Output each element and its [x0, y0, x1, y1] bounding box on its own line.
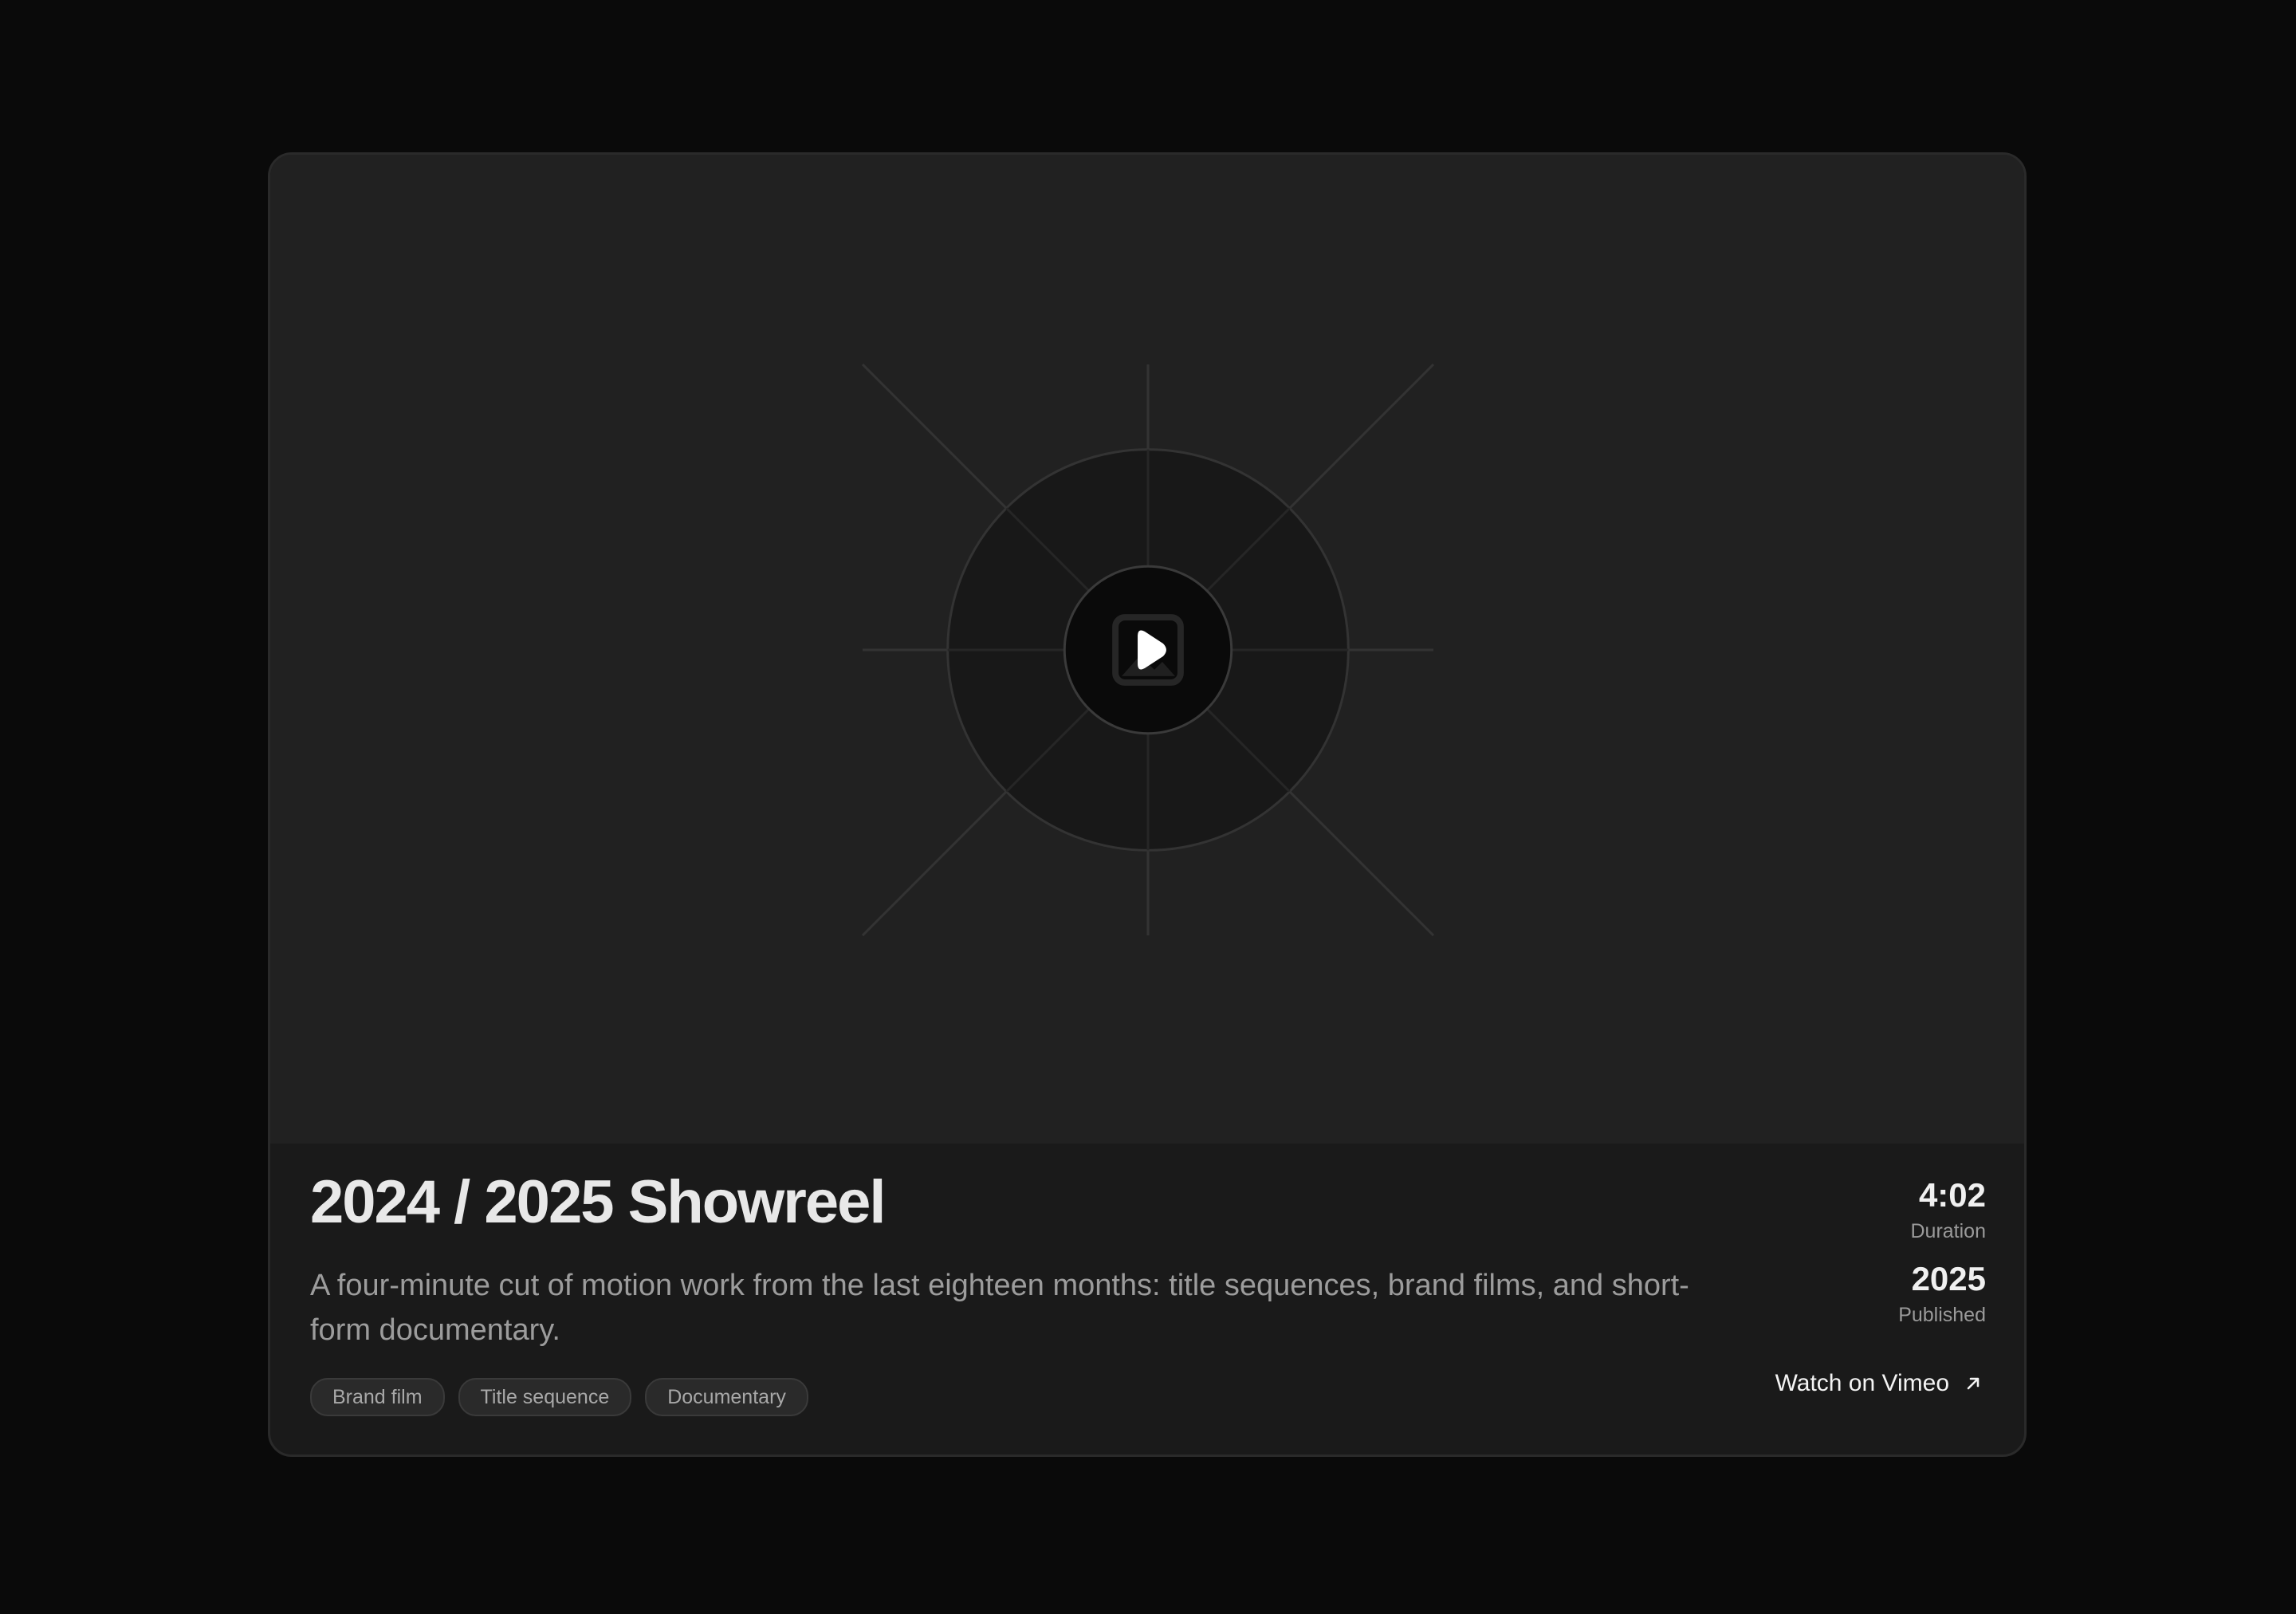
tag-brand-film: Brand film — [310, 1378, 445, 1416]
duration-value: 4:02 — [1918, 1176, 1986, 1214]
tag-title-sequence: Title sequence — [458, 1378, 632, 1416]
tag-documentary: Documentary — [645, 1378, 808, 1416]
video-description: A four-minute cut of motion work from th… — [310, 1269, 1689, 1347]
published-value: 2025 — [1911, 1260, 1986, 1297]
watch-on-vimeo-link[interactable]: Watch on Vimeo — [1775, 1370, 1983, 1397]
duration-stat: 4:02 Duration — [1898, 1176, 1987, 1242]
video-meta: 4:02 Duration 2025 Published — [1898, 1179, 1986, 1346]
arrow-up-right-icon — [1967, 1377, 1980, 1390]
video-thumbnail[interactable] — [270, 155, 2024, 1144]
watch-link-label: Watch on Vimeo — [1775, 1370, 1949, 1396]
video-title: 2024 / 2025 Showreel — [310, 1168, 886, 1236]
video-info: 2024 / 2025 Showreel A four-minute cut o… — [270, 1144, 2024, 1455]
thumbnail-placeholder-graphic — [861, 363, 1435, 937]
duration-label: Duration — [1910, 1220, 1987, 1242]
published-label: Published — [1898, 1304, 1986, 1326]
play-button[interactable] — [1063, 565, 1233, 735]
published-stat: 2025 Published — [1898, 1262, 1986, 1325]
video-card: 2024 / 2025 Showreel A four-minute cut o… — [268, 152, 2027, 1457]
tag-list: Brand film Title sequence Documentary — [310, 1378, 808, 1416]
